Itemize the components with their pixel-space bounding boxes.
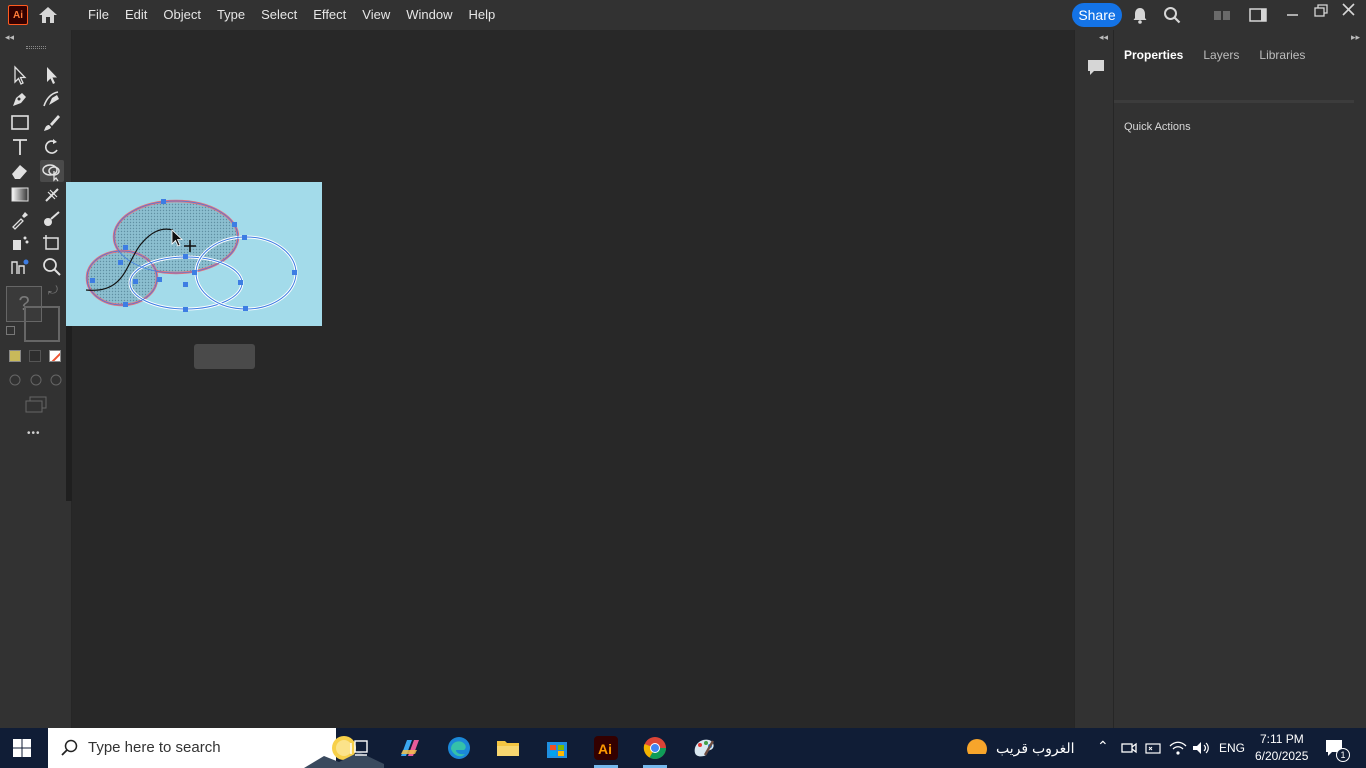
direct-selection-tool-icon[interactable] <box>40 64 64 86</box>
swap-fill-stroke-icon[interactable]: ⤾ <box>48 283 58 298</box>
workspace-switcher-icon[interactable] <box>1248 5 1268 25</box>
toolbar-grip[interactable] <box>26 46 46 49</box>
arrange-documents-icon[interactable] <box>1212 5 1232 25</box>
svg-text:Ai: Ai <box>598 741 612 757</box>
menu-window[interactable]: Window <box>398 0 460 30</box>
collapse-dock-icon[interactable]: ◂◂ <box>1099 32 1108 43</box>
volume-icon[interactable] <box>1191 739 1211 762</box>
artboard[interactable] <box>66 182 322 326</box>
edit-toolbar-icon[interactable]: ••• <box>27 428 41 439</box>
rectangle-tool-icon[interactable] <box>8 112 32 134</box>
default-fill-stroke-icon[interactable] <box>6 326 15 335</box>
paintbrush-tool-icon[interactable] <box>40 112 64 134</box>
curvature-tool-icon[interactable] <box>40 88 64 110</box>
menu-help[interactable]: Help <box>460 0 503 30</box>
file-explorer-icon[interactable] <box>492 734 524 762</box>
selection-tool-icon[interactable] <box>8 64 32 86</box>
pen-tool-icon[interactable] <box>8 88 32 110</box>
main-menu: File Edit Object Type Select Effect View… <box>80 0 503 30</box>
tab-libraries[interactable]: Libraries <box>1249 44 1315 70</box>
microsoft-store-icon[interactable] <box>541 734 573 762</box>
show-hidden-icons-icon[interactable]: ⌃ <box>1097 738 1109 755</box>
edge-browser-icon[interactable] <box>443 734 475 762</box>
taskbar-search-input[interactable]: Type here to search <box>48 728 384 768</box>
type-tool-icon[interactable] <box>8 136 32 158</box>
expand-panel-icon[interactable]: ▸▸ <box>1351 32 1360 43</box>
search-placeholder: Type here to search <box>88 739 221 756</box>
zoom-tool-icon[interactable] <box>40 256 64 278</box>
meet-now-icon[interactable] <box>1120 739 1138 762</box>
chrome-browser-icon[interactable] <box>639 734 671 768</box>
bell-icon[interactable] <box>1130 5 1150 25</box>
tab-properties[interactable]: Properties <box>1114 44 1193 70</box>
menu-select[interactable]: Select <box>253 0 305 30</box>
symbol-sprayer-tool-icon[interactable] <box>8 232 32 254</box>
illustrator-window: Ai File Edit Object Type Select Effect V… <box>0 0 1366 768</box>
shape-builder-tool-icon[interactable] <box>40 160 64 182</box>
tools-panel: ◂◂ ? ⤾ ••• <box>0 30 72 728</box>
menu-bar: Ai File Edit Object Type Select Effect V… <box>0 0 1366 30</box>
windows-taskbar: Type here to search Ai الغروب قريب ⌃ ENG… <box>0 728 1366 768</box>
rotate-tool-icon[interactable] <box>40 136 64 158</box>
eraser-tool-icon[interactable] <box>8 160 32 182</box>
home-icon[interactable] <box>37 5 59 25</box>
menu-file[interactable]: File <box>80 0 117 30</box>
artwork-ellipses[interactable] <box>66 182 322 326</box>
stroke-swatch[interactable] <box>24 306 60 342</box>
none-mode-icon[interactable] <box>49 350 61 362</box>
notification-count-badge: 1 <box>1336 748 1350 762</box>
panel-divider <box>1114 100 1354 103</box>
clock-time[interactable]: 7:11 PM <box>1260 732 1304 746</box>
panel-tabs: Properties Layers Libraries <box>1114 44 1315 70</box>
menu-object[interactable]: Object <box>155 0 209 30</box>
illustrator-taskbar-icon[interactable]: Ai <box>590 734 622 768</box>
tab-layers[interactable]: Layers <box>1193 44 1249 70</box>
task-view-icon[interactable] <box>344 734 376 762</box>
comments-icon[interactable] <box>1085 56 1107 78</box>
collapse-toolbar-icon[interactable]: ◂◂ <box>5 32 14 43</box>
color-mode-icon[interactable] <box>9 350 21 362</box>
copilot-icon[interactable] <box>394 734 426 762</box>
weather-icon[interactable] <box>964 736 990 760</box>
gradient-tool-icon[interactable] <box>8 184 32 206</box>
search-icon[interactable] <box>1162 5 1182 25</box>
hover-tooltip <box>194 344 255 369</box>
windows-start-icon[interactable] <box>12 738 32 758</box>
language-indicator[interactable]: ENG <box>1219 741 1245 755</box>
blend-tool-icon[interactable] <box>40 208 64 230</box>
screen-mode-icon[interactable] <box>24 396 50 419</box>
minimize-icon[interactable] <box>1283 5 1303 25</box>
side-dock: ◂◂ <box>1074 30 1114 728</box>
restore-icon[interactable] <box>1311 1 1331 21</box>
menu-edit[interactable]: Edit <box>117 0 155 30</box>
menu-effect[interactable]: Effect <box>305 0 354 30</box>
clock-date[interactable]: 6/20/2025 <box>1255 749 1308 763</box>
app-logo: Ai <box>8 5 28 25</box>
paint-app-icon[interactable] <box>688 734 720 762</box>
menu-view[interactable]: View <box>354 0 398 30</box>
draw-mode-icons[interactable] <box>8 373 64 392</box>
input-indicator-icon[interactable] <box>1144 739 1162 762</box>
eyedropper-tool-icon[interactable] <box>8 208 32 230</box>
weather-text[interactable]: الغروب قريب <box>996 740 1075 757</box>
share-button[interactable]: Share <box>1072 3 1122 27</box>
properties-panel: ▸▸ Properties Layers Libraries Quick Act… <box>1114 30 1366 728</box>
mesh-tool-icon[interactable] <box>40 184 64 206</box>
search-icon <box>60 738 80 758</box>
close-icon[interactable] <box>1339 0 1359 20</box>
menu-type[interactable]: Type <box>209 0 253 30</box>
artboard-tool-icon[interactable] <box>40 232 64 254</box>
quick-actions-label: Quick Actions <box>1124 121 1191 133</box>
wifi-icon[interactable] <box>1168 739 1188 762</box>
gradient-mode-icon[interactable] <box>29 350 41 362</box>
column-graph-tool-icon[interactable] <box>8 256 32 278</box>
